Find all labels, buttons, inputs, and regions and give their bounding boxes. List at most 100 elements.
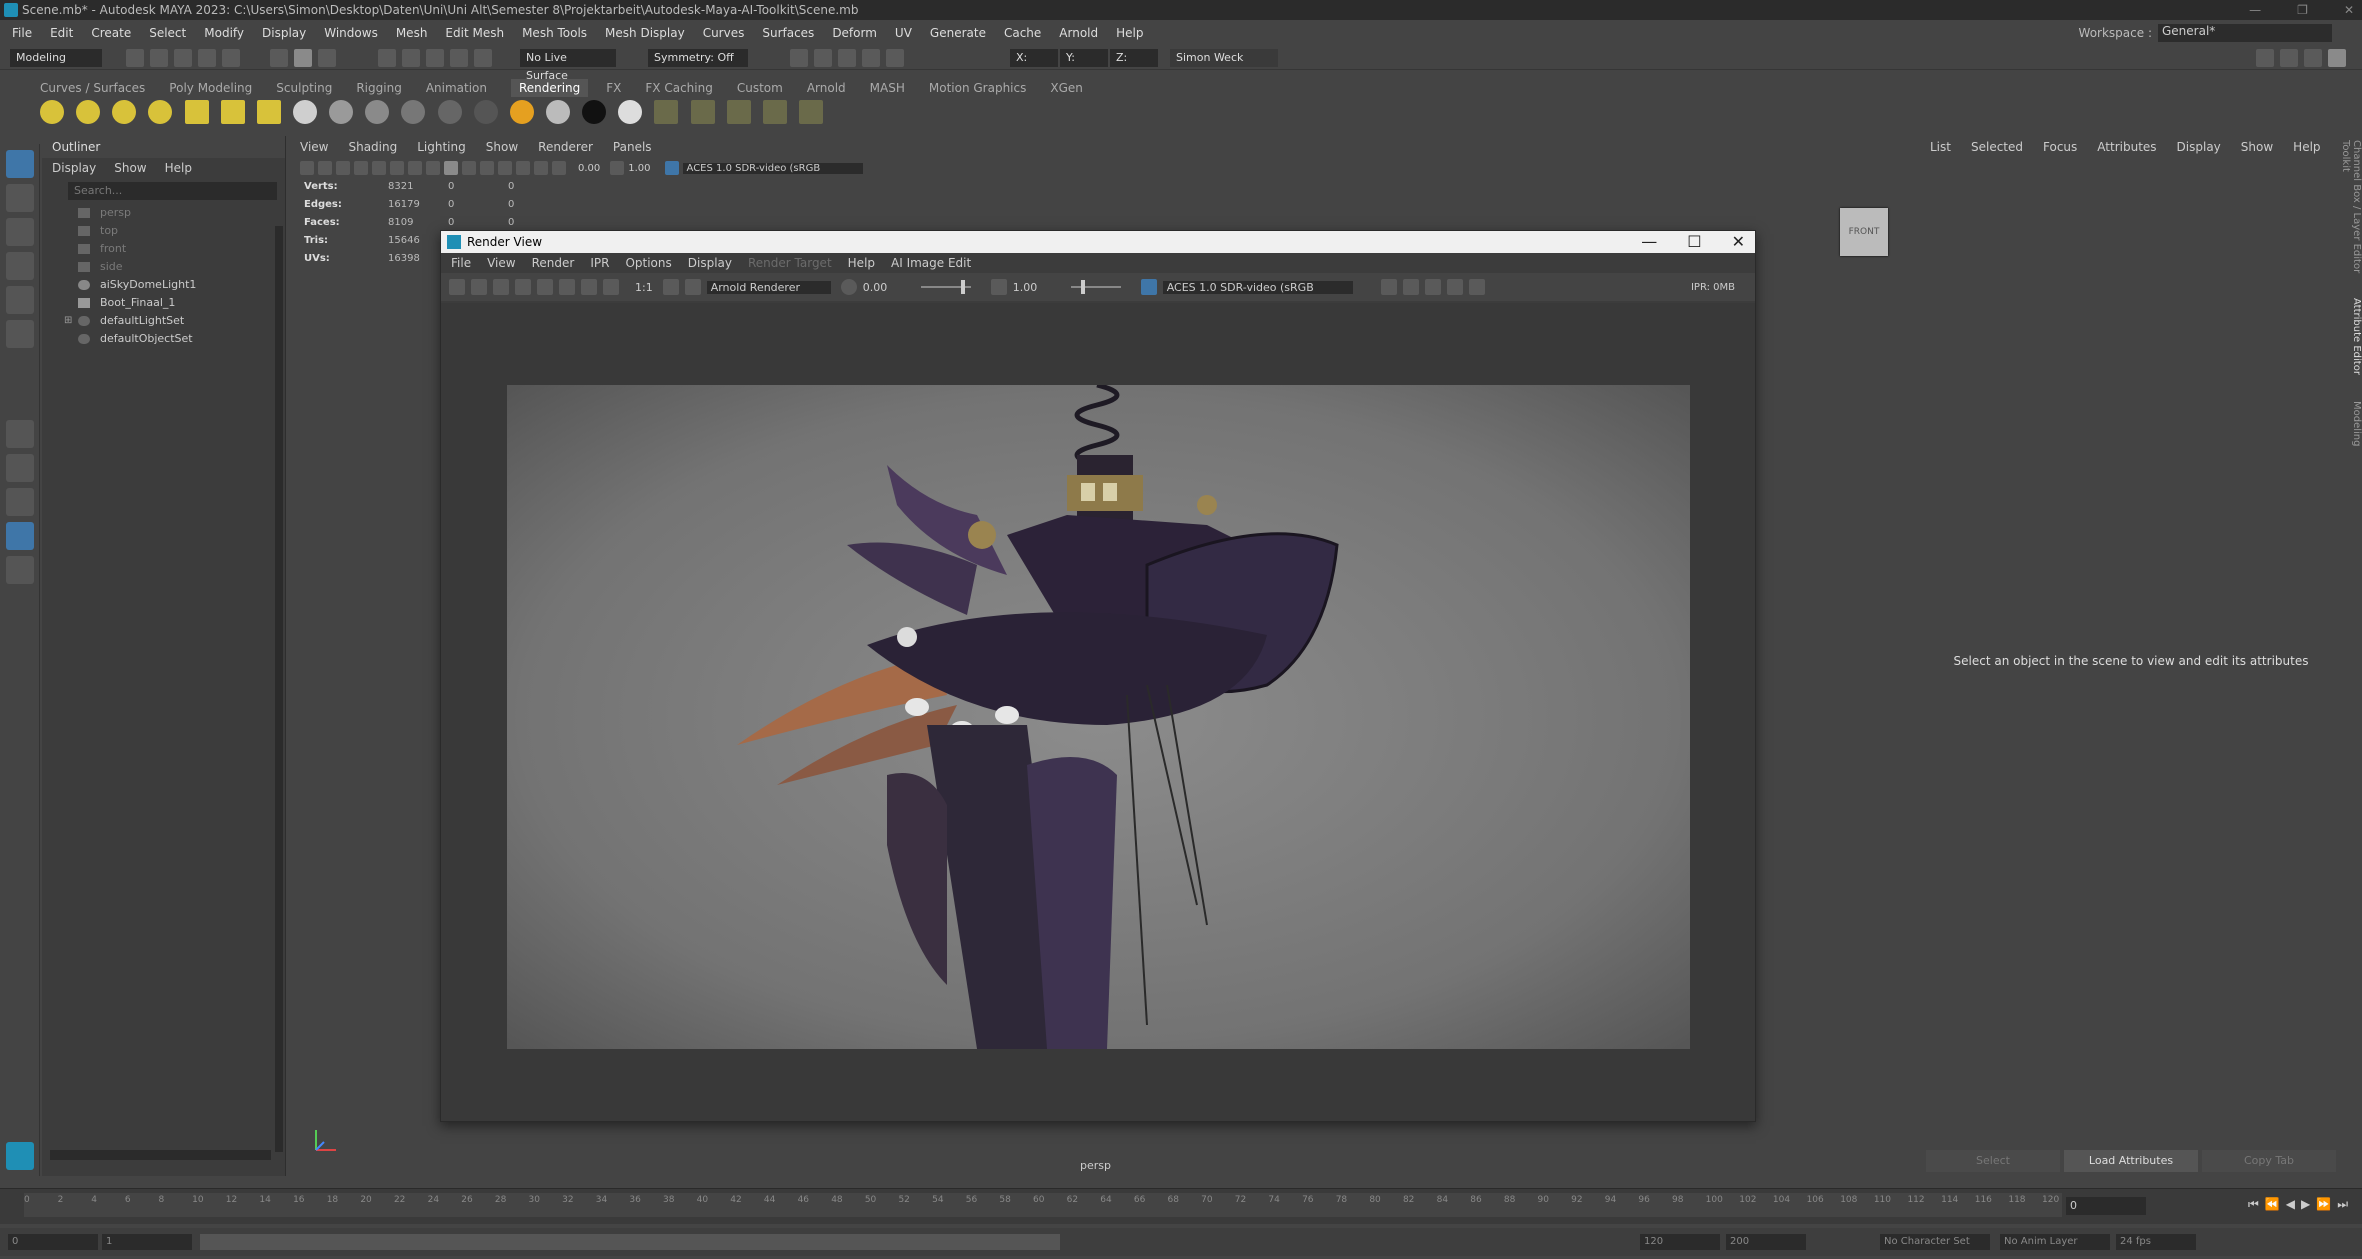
- side-tab-channel-box[interactable]: Channel Box / Layer Editor: [2351, 140, 2362, 273]
- phong-e-shader-icon[interactable]: [401, 100, 426, 124]
- film-gate-icon[interactable]: [390, 161, 404, 175]
- layered-shader-icon[interactable]: [473, 100, 498, 124]
- menu-mesh-display[interactable]: Mesh Display: [605, 26, 685, 40]
- shelf-tab-poly-modeling[interactable]: Poly Modeling: [169, 81, 252, 95]
- render-sequence-icon[interactable]: [726, 100, 751, 124]
- menu-surfaces[interactable]: Surfaces: [762, 26, 814, 40]
- ae-menu-show[interactable]: Show: [2241, 140, 2273, 154]
- select-tool-icon[interactable]: [6, 150, 34, 178]
- snap-view-icon[interactable]: [450, 49, 468, 67]
- render-view-window[interactable]: Render View — ☐ ✕ File View Render IPR O…: [440, 230, 1756, 1122]
- select-button[interactable]: Select: [1926, 1150, 2060, 1172]
- single-view-icon[interactable]: [6, 420, 34, 448]
- redo-render-icon[interactable]: [449, 279, 465, 295]
- shelf-tab-rendering[interactable]: Rendering: [511, 79, 589, 97]
- outliner-menu-display[interactable]: Display: [52, 161, 96, 175]
- volume-light-icon[interactable]: [220, 100, 245, 124]
- symmetry-dropdown[interactable]: Symmetry: Off: [648, 49, 748, 67]
- rv-menu-view[interactable]: View: [487, 253, 515, 273]
- use-background-icon[interactable]: [582, 100, 607, 124]
- rv-menu-ipr[interactable]: IPR: [590, 253, 609, 273]
- ipr-render-icon[interactable]: [838, 49, 856, 67]
- bookmark-icon[interactable]: [336, 161, 350, 175]
- copy-tab-button[interactable]: Copy Tab: [2202, 1150, 2336, 1172]
- modeling-toolkit-toggle-icon[interactable]: [2256, 49, 2274, 67]
- scene-end-field[interactable]: 200: [1726, 1234, 1806, 1250]
- shelf-tab-xgen[interactable]: XGen: [1050, 81, 1083, 95]
- isolate-select-icon[interactable]: [534, 161, 548, 175]
- viewport-gamma-value[interactable]: 1.00: [628, 163, 650, 174]
- menu-cache[interactable]: Cache: [1004, 26, 1041, 40]
- search-icon[interactable]: [6, 556, 34, 584]
- step-forward-icon[interactable]: ⏩: [2316, 1197, 2337, 1211]
- shelf-tab-fx[interactable]: FX: [606, 81, 621, 95]
- range-bar[interactable]: [200, 1234, 1060, 1250]
- outliner-menu-help[interactable]: Help: [165, 161, 192, 175]
- directional-light-icon[interactable]: [76, 100, 101, 124]
- render-current-frame-icon[interactable]: [654, 100, 679, 124]
- shelf-tab-rigging[interactable]: Rigging: [356, 81, 401, 95]
- rv-menu-help[interactable]: Help: [848, 253, 875, 273]
- grid-icon[interactable]: [372, 161, 386, 175]
- remove-image-icon[interactable]: [603, 279, 619, 295]
- exposure-icon[interactable]: [840, 279, 857, 295]
- exposure-slider[interactable]: [920, 280, 971, 294]
- keep-image-icon[interactable]: [581, 279, 597, 295]
- image-plane-icon[interactable]: [354, 161, 368, 175]
- menu-set-dropdown[interactable]: Modeling: [10, 49, 102, 67]
- wireframe-icon[interactable]: [426, 161, 440, 175]
- render-view-icon[interactable]: [862, 49, 880, 67]
- pause-ipr-icon[interactable]: [1424, 279, 1441, 295]
- snap-grid-icon[interactable]: [378, 49, 396, 67]
- rv-menu-display[interactable]: Display: [688, 253, 732, 273]
- restore-icon[interactable]: ❐: [2297, 0, 2308, 20]
- gamma-icon[interactable]: [610, 161, 625, 175]
- outliner-item[interactable]: front: [42, 240, 285, 258]
- attribute-editor-toggle-icon[interactable]: [2280, 49, 2298, 67]
- time-slider[interactable]: 0 2 4 6 8 10 12 14 16 18 20 22 24 26 28 30 32 34 36 38 40 42 4…: [0, 1188, 2362, 1224]
- select-camera-icon[interactable]: [300, 161, 314, 175]
- smooth-shade-icon[interactable]: [444, 161, 458, 175]
- expand-icon[interactable]: ⊞: [64, 312, 72, 330]
- render-settings-shelf-icon[interactable]: [798, 100, 823, 124]
- y-coordinate-field[interactable]: Y:: [1060, 49, 1108, 67]
- viewport-menu-view[interactable]: View: [300, 140, 328, 154]
- menu-edit[interactable]: Edit: [50, 26, 73, 40]
- select-object-icon[interactable]: [294, 49, 312, 67]
- hypershade-icon[interactable]: [886, 49, 904, 67]
- maya-home-icon[interactable]: [6, 1142, 34, 1170]
- lasso-tool-icon[interactable]: [6, 184, 34, 212]
- viewport-menu-shading[interactable]: Shading: [348, 140, 397, 154]
- menu-select[interactable]: Select: [149, 26, 186, 40]
- load-attributes-button[interactable]: Load Attributes: [2064, 1150, 2198, 1172]
- outliner-search-input[interactable]: Search...: [68, 182, 277, 200]
- menu-help[interactable]: Help: [1116, 26, 1143, 40]
- menu-generate[interactable]: Generate: [930, 26, 986, 40]
- rv-exposure-value[interactable]: 0.00: [863, 281, 921, 294]
- shelf-tab-fx-caching[interactable]: FX Caching: [645, 81, 712, 95]
- minimize-icon[interactable]: —: [2249, 0, 2261, 20]
- select-hierarchy-icon[interactable]: [270, 49, 288, 67]
- rv-gamma-value[interactable]: 1.00: [1013, 281, 1071, 294]
- menu-mesh[interactable]: Mesh: [396, 26, 428, 40]
- time-ruler[interactable]: 0 2 4 6 8 10 12 14 16 18 20 22 24 26 28 30 32 34 36 38 40 42 4…: [24, 1193, 2062, 1217]
- fit-image-icon[interactable]: [684, 279, 701, 295]
- menu-mesh-tools[interactable]: Mesh Tools: [522, 26, 587, 40]
- playback-end-field[interactable]: 120: [1640, 1234, 1720, 1250]
- menu-create[interactable]: Create: [91, 26, 131, 40]
- render-view-title-bar[interactable]: Render View — ☐ ✕: [441, 231, 1755, 253]
- real-size-button[interactable]: 1:1: [635, 281, 653, 294]
- shelf-tab-mash[interactable]: MASH: [870, 81, 905, 95]
- current-frame-field[interactable]: 0: [2066, 1197, 2146, 1215]
- color-management-icon[interactable]: [664, 161, 679, 175]
- channel-box-toggle-icon[interactable]: [2328, 49, 2346, 67]
- workspace-dropdown[interactable]: General*: [2158, 24, 2332, 42]
- blinn-shader-icon[interactable]: [292, 100, 317, 124]
- open-scene-icon[interactable]: [150, 49, 168, 67]
- ipr-render-icon[interactable]: [515, 279, 531, 295]
- display-mode-icon[interactable]: [1468, 279, 1485, 295]
- snap-surface-icon[interactable]: [474, 49, 492, 67]
- select-component-icon[interactable]: [318, 49, 336, 67]
- move-tool-icon[interactable]: [6, 252, 34, 280]
- outliner-item[interactable]: top: [42, 222, 285, 240]
